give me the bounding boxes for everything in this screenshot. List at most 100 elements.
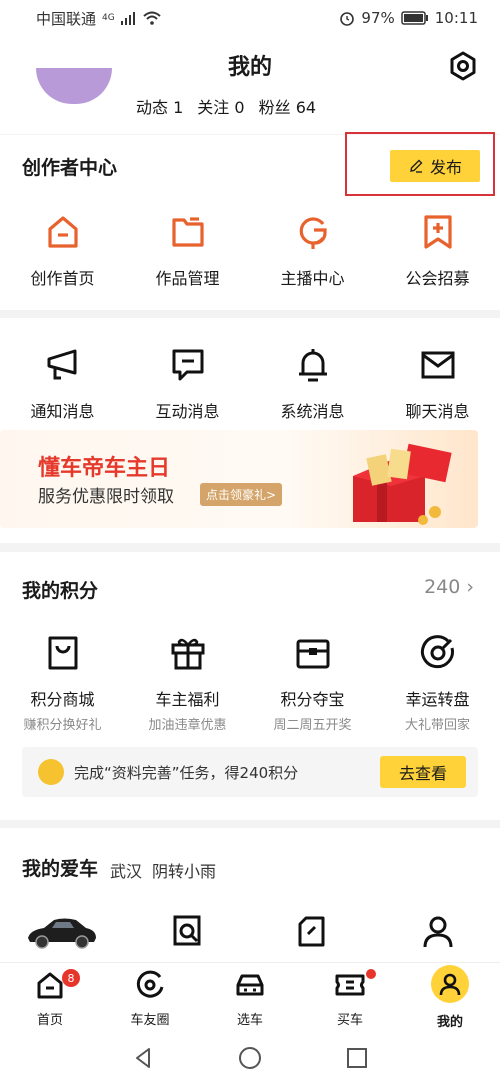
shopping-bag-icon <box>48 636 77 670</box>
gift-box-illustration <box>353 443 452 525</box>
avatar[interactable] <box>36 68 112 104</box>
status-bar: 中国联通 4G 97% 10:11 <box>0 0 500 36</box>
bell-icon <box>298 349 327 382</box>
battery-icon <box>401 11 428 25</box>
grid-label: 创作首页 <box>30 269 95 288</box>
signal-icon <box>120 12 135 25</box>
system-navigation-bar <box>0 1032 500 1083</box>
tab-home[interactable]: 8 首页 <box>0 963 100 1032</box>
wheel-icon <box>420 635 454 669</box>
tab-label: 车友圈 <box>130 1013 170 1028</box>
points-mall-item[interactable]: 积分商城 赚积分换好礼 <box>0 634 125 733</box>
profile-stats: 动态 1 关注 0 粉丝 64 <box>136 94 316 117</box>
stat-label: 关注 <box>197 98 230 117</box>
megaphone-icon <box>47 349 76 380</box>
grid-label: 幸运转盘 <box>405 690 470 709</box>
points-treasure-item[interactable]: 积分夺宝 周二周五开奖 <box>250 634 375 733</box>
weather-label: 阴转小雨 <box>152 862 217 881</box>
bottom-tab-bar: 8 首页 车友圈 选车 买车 我的 <box>0 962 500 1032</box>
battery-percent: 97% <box>361 9 395 27</box>
works-manage-item[interactable]: 作品管理 <box>125 213 250 289</box>
stat-value: 64 <box>295 98 317 117</box>
stat-posts[interactable]: 动态 1 <box>136 94 183 117</box>
network-label: 4G <box>102 13 115 23</box>
tab-label: 我的 <box>436 1015 463 1030</box>
carrier-label: 中国联通 <box>36 9 97 28</box>
car-search-icon[interactable] <box>172 914 204 948</box>
recents-icon[interactable] <box>345 1046 369 1070</box>
messages-grid: 通知消息 互动消息 系统消息 聊天消息 <box>0 346 500 422</box>
creator-grid: 创作首页 作品管理 主播中心 公会招募 <box>0 213 500 289</box>
home-nav-icon[interactable] <box>238 1046 262 1070</box>
grid-label: 积分夺宝 <box>280 690 345 709</box>
tab-buy-car[interactable]: 买车 <box>300 963 400 1032</box>
clock: 10:11 <box>434 9 478 27</box>
settings-icon[interactable] <box>448 51 478 81</box>
messages-card: 通知消息 互动消息 系统消息 聊天消息 懂车帝车主日 服务优惠限时领取 点击领豪… <box>0 318 500 543</box>
chevron-right-icon: › <box>466 576 474 598</box>
banner-cta[interactable]: 点击领豪礼> <box>200 483 283 506</box>
highlight-annotation <box>345 132 495 196</box>
stat-value: 1 <box>173 98 184 117</box>
car-thumbnail[interactable] <box>24 914 100 950</box>
notification-item[interactable]: 通知消息 <box>0 346 125 422</box>
owner-benefit-item[interactable]: 车主福利 加油违章优惠 <box>125 634 250 733</box>
coin-icon <box>38 759 64 785</box>
me-highlight <box>431 965 469 1003</box>
stat-followers[interactable]: 粉丝 64 <box>259 94 316 117</box>
stat-following[interactable]: 关注 0 <box>197 94 244 117</box>
creator-home-item[interactable]: 创作首页 <box>0 213 125 289</box>
creator-home-icon <box>47 216 78 248</box>
tab-choose-car[interactable]: 选车 <box>200 963 300 1032</box>
guild-recruit-item[interactable]: 公会招募 <box>375 213 500 289</box>
ticket-icon <box>335 974 365 996</box>
points-card: 我的积分 240 › 积分商城 赚积分换好礼 车主福利 加油违章优惠 积分夺宝 … <box>0 552 500 820</box>
grid-sublabel: 加油违章优惠 <box>148 718 227 733</box>
anchor-center-item[interactable]: 主播中心 <box>250 213 375 289</box>
banner-subtitle: 服务优惠限时领取 <box>38 487 174 507</box>
tab-label: 首页 <box>36 1013 63 1028</box>
interaction-item[interactable]: 互动消息 <box>125 346 250 422</box>
grid-label: 作品管理 <box>155 269 220 288</box>
points-count[interactable]: 240 › <box>424 576 474 598</box>
my-car-title: 我的爱车 <box>22 858 99 880</box>
back-icon[interactable] <box>131 1046 155 1070</box>
grid-sublabel: 赚积分换好礼 <box>23 718 102 733</box>
grid-label: 积分商城 <box>30 690 95 709</box>
red-dot-badge <box>366 969 376 979</box>
user-icon <box>439 973 461 996</box>
system-item[interactable]: 系统消息 <box>250 346 375 422</box>
points-value: 240 <box>424 576 461 598</box>
banner-title: 懂车帝车主日 <box>38 456 171 481</box>
city-label: 武汉 <box>110 862 143 881</box>
grid-label: 主播中心 <box>280 269 345 288</box>
mail-icon <box>421 351 454 379</box>
grid-sublabel: 周二周五开奖 <box>273 718 352 733</box>
points-title: 我的积分 <box>22 580 99 602</box>
tab-me[interactable]: 我的 <box>400 963 500 1032</box>
grid-label: 通知消息 <box>30 402 95 421</box>
points-task-bar: 完成“资料完善”任务，得240积分 去查看 <box>22 747 478 797</box>
tab-car-circle[interactable]: 车友圈 <box>100 963 200 1032</box>
grid-label: 公会招募 <box>405 269 470 288</box>
treasure-box-icon <box>296 639 329 669</box>
chat-item[interactable]: 聊天消息 <box>375 346 500 422</box>
grid-label: 互动消息 <box>155 402 220 421</box>
fuel-icon[interactable] <box>296 914 328 948</box>
lucky-wheel-item[interactable]: 幸运转盘 大礼带回家 <box>375 634 500 733</box>
task-text: 完成“资料完善”任务，得240积分 <box>74 764 299 782</box>
tab-label: 买车 <box>336 1013 363 1028</box>
view-task-button[interactable]: 去查看 <box>380 756 466 788</box>
gift-icon <box>171 638 204 670</box>
chat-icon <box>172 349 203 381</box>
grid-label: 车主福利 <box>155 690 220 709</box>
wifi-icon <box>143 11 161 25</box>
microphone-icon <box>299 217 327 249</box>
grid-label: 聊天消息 <box>405 402 470 421</box>
promo-banner[interactable]: 懂车帝车主日 服务优惠限时领取 点击领豪礼> <box>0 430 478 528</box>
page-title: 我的 <box>227 55 272 80</box>
car-icon <box>236 974 264 996</box>
owner-profile-icon[interactable] <box>422 914 454 948</box>
my-car-card: 我的爱车 武汉 阴转小雨 <box>0 828 500 968</box>
creator-center-title: 创作者中心 <box>22 157 118 179</box>
